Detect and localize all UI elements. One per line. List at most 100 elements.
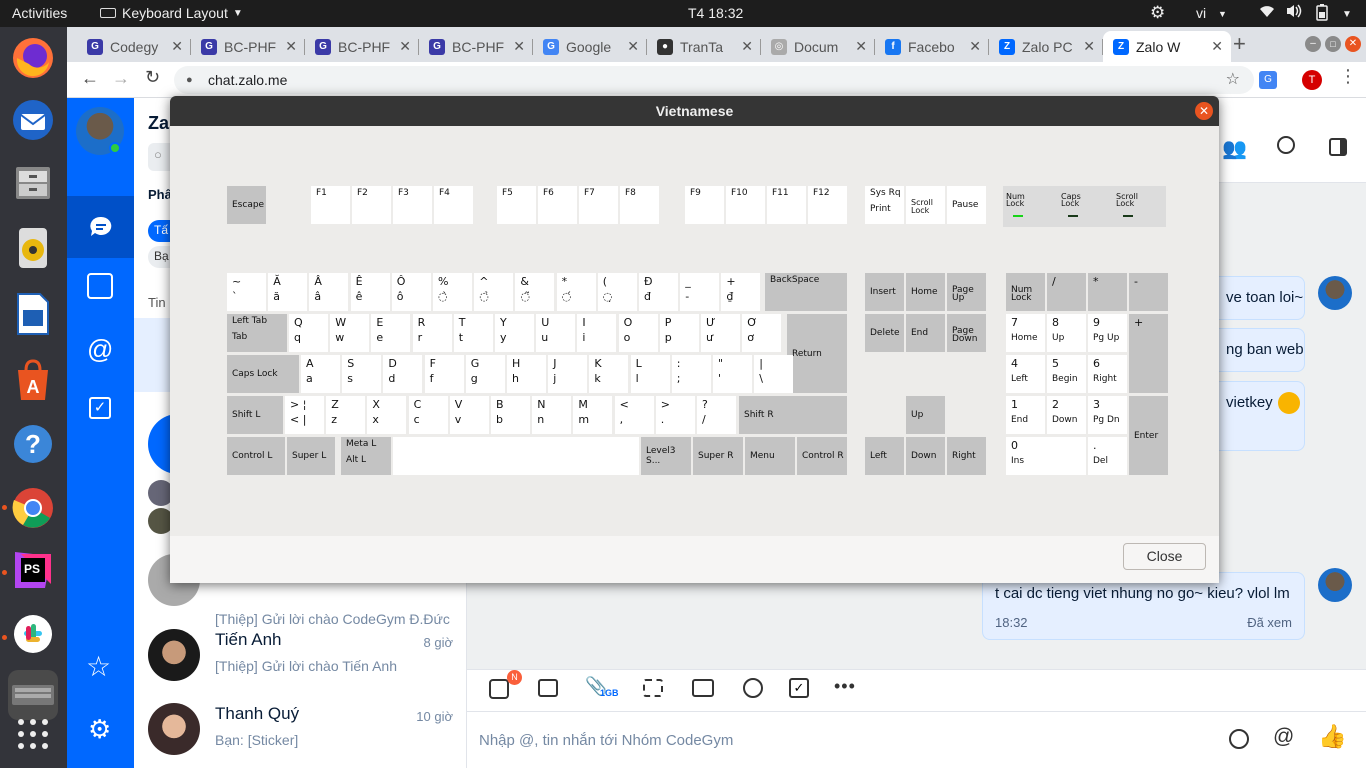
key[interactable]: + ₫ — [721, 273, 761, 311]
close-tab-icon[interactable]: ✕ — [969, 38, 981, 55]
message-bubble[interactable]: vietkey — [1205, 381, 1305, 451]
list-item[interactable]: Tiến Anh 8 giờ [Thiệp] Gửi lời chào Tiến… — [134, 625, 467, 699]
key[interactable]: ~ ` — [227, 273, 266, 311]
key[interactable]: F2 — [352, 186, 391, 224]
reload-icon[interactable]: ↻ — [145, 67, 160, 88]
key[interactable]: ^ ◌̉ — [474, 273, 514, 311]
key[interactable]: Êê — [350, 273, 390, 311]
dialog-close-icon[interactable]: ✕ — [1195, 102, 1213, 120]
bookmark-star-icon[interactable]: ☆ — [1226, 66, 1240, 94]
accessibility-icon[interactable]: ⚙ — [1150, 3, 1165, 23]
key[interactable]: Control R — [797, 437, 847, 475]
close-tab-icon[interactable]: ✕ — [1211, 38, 1223, 55]
key[interactable]: F5 — [497, 186, 536, 224]
key[interactable]: Enter — [1129, 396, 1168, 475]
tab-6[interactable]: ◎ Docum ✕ — [761, 31, 875, 62]
settings-icon[interactable]: ⚙ — [88, 714, 111, 745]
tab-9[interactable]: Z Zalo W ✕ — [1103, 31, 1231, 62]
key[interactable]: & ◌̃ — [515, 273, 555, 311]
key[interactable]: Sys Rq Print — [865, 186, 904, 224]
space-key[interactable] — [393, 437, 639, 475]
translate-icon[interactable]: G — [1259, 71, 1277, 89]
key[interactable]: % ◌̀ — [433, 273, 472, 311]
key[interactable]: F3 — [393, 186, 432, 224]
help-icon[interactable]: ? — [8, 419, 58, 469]
tab-4[interactable]: G Google ✕ — [533, 31, 647, 62]
wifi-icon[interactable] — [1259, 3, 1275, 22]
key[interactable]: . Del — [1088, 437, 1127, 475]
messages-tab[interactable] — [67, 196, 134, 258]
key[interactable]: Gg — [465, 355, 505, 393]
new-tab-button[interactable]: + — [1233, 31, 1246, 57]
key[interactable]: Control L — [227, 437, 285, 475]
key[interactable]: 8 Up — [1047, 314, 1086, 352]
key[interactable]: Đđ — [639, 273, 678, 311]
todo-icon[interactable]: ✓ — [89, 397, 111, 419]
key[interactable]: :; — [671, 355, 711, 393]
forward-icon[interactable]: → — [112, 68, 130, 89]
phpstorm-icon[interactable]: PS — [8, 545, 58, 595]
key[interactable]: 6 Right — [1088, 355, 1127, 393]
key[interactable]: Uu — [536, 314, 576, 352]
key[interactable]: Nn — [532, 396, 572, 434]
key[interactable]: Tt — [453, 314, 493, 352]
key[interactable]: Mm — [573, 396, 613, 434]
key[interactable]: F7 — [579, 186, 618, 224]
tab-0[interactable]: G Codegy ✕ — [77, 31, 191, 62]
key[interactable]: Zz — [326, 396, 366, 434]
key[interactable]: Hh — [507, 355, 546, 393]
key[interactable]: Ôô — [391, 273, 431, 311]
libreoffice-writer-icon[interactable] — [8, 289, 58, 339]
key[interactable]: Pp — [659, 314, 699, 352]
close-tab-icon[interactable]: ✕ — [285, 38, 297, 55]
volume-icon[interactable] — [1285, 3, 1303, 22]
key[interactable]: Yy — [495, 314, 534, 352]
key[interactable]: Dd — [383, 355, 423, 393]
maximize-button[interactable]: □ — [1325, 36, 1341, 52]
key[interactable]: Ââ — [309, 273, 349, 311]
key[interactable]: 1 End — [1006, 396, 1045, 434]
search-icon[interactable] — [1277, 136, 1295, 154]
add-member-icon[interactable]: 👥 — [1222, 136, 1247, 161]
key[interactable]: Xx — [367, 396, 407, 434]
key[interactable]: * ◌́ — [556, 273, 596, 311]
sticker-icon[interactable] — [489, 679, 509, 699]
list-item[interactable]: Thanh Quý 10 giờ Bạn: [Sticker] — [134, 699, 467, 768]
input-language[interactable]: vi — [1196, 5, 1206, 21]
key[interactable]: Page Up — [947, 273, 986, 311]
key[interactable]: Num Lock — [1006, 273, 1045, 311]
key[interactable]: Right — [947, 437, 986, 475]
key[interactable]: Ii — [577, 314, 617, 352]
key[interactable]: >. — [655, 396, 695, 434]
tab-3[interactable]: G BC-PHF ✕ — [419, 31, 533, 62]
mention-icon[interactable]: @ — [87, 334, 113, 365]
key[interactable]: Left Tab Tab — [227, 314, 287, 352]
key[interactable]: F6 — [538, 186, 577, 224]
key[interactable]: Up — [906, 396, 945, 434]
key[interactable]: > ¦ < | — [285, 396, 324, 434]
close-tab-icon[interactable]: ✕ — [741, 38, 753, 55]
slack-icon[interactable] — [8, 609, 58, 659]
key[interactable]: 7 Home — [1006, 314, 1045, 352]
key[interactable]: 2 Down — [1047, 396, 1086, 434]
close-tab-icon[interactable]: ✕ — [399, 38, 411, 55]
minimize-button[interactable]: – — [1305, 36, 1321, 52]
thumbs-up-icon[interactable]: 👍 — [1318, 723, 1347, 750]
activities-button[interactable]: Activities — [12, 5, 67, 21]
thunderbird-icon[interactable] — [8, 95, 58, 145]
key[interactable]: Level3 S... — [641, 437, 691, 475]
key[interactable]: Ưư — [701, 314, 740, 352]
key[interactable]: F9 — [685, 186, 724, 224]
key[interactable]: Rr — [412, 314, 452, 352]
message-bubble[interactable]: ng ban web — [1205, 328, 1305, 372]
key[interactable]: F1 — [311, 186, 350, 224]
firefox-icon[interactable] — [8, 33, 58, 83]
close-tab-icon[interactable]: ✕ — [1083, 38, 1095, 55]
key[interactable]: Qq — [289, 314, 328, 352]
key[interactable]: Shift R — [739, 396, 847, 434]
key[interactable]: Return — [787, 314, 847, 393]
mention-icon[interactable]: @ — [1273, 725, 1294, 749]
tab-5[interactable]: ● TranTa ✕ — [647, 31, 761, 62]
contact-card-icon[interactable] — [692, 679, 714, 697]
star-icon[interactable]: ☆ — [86, 650, 111, 683]
